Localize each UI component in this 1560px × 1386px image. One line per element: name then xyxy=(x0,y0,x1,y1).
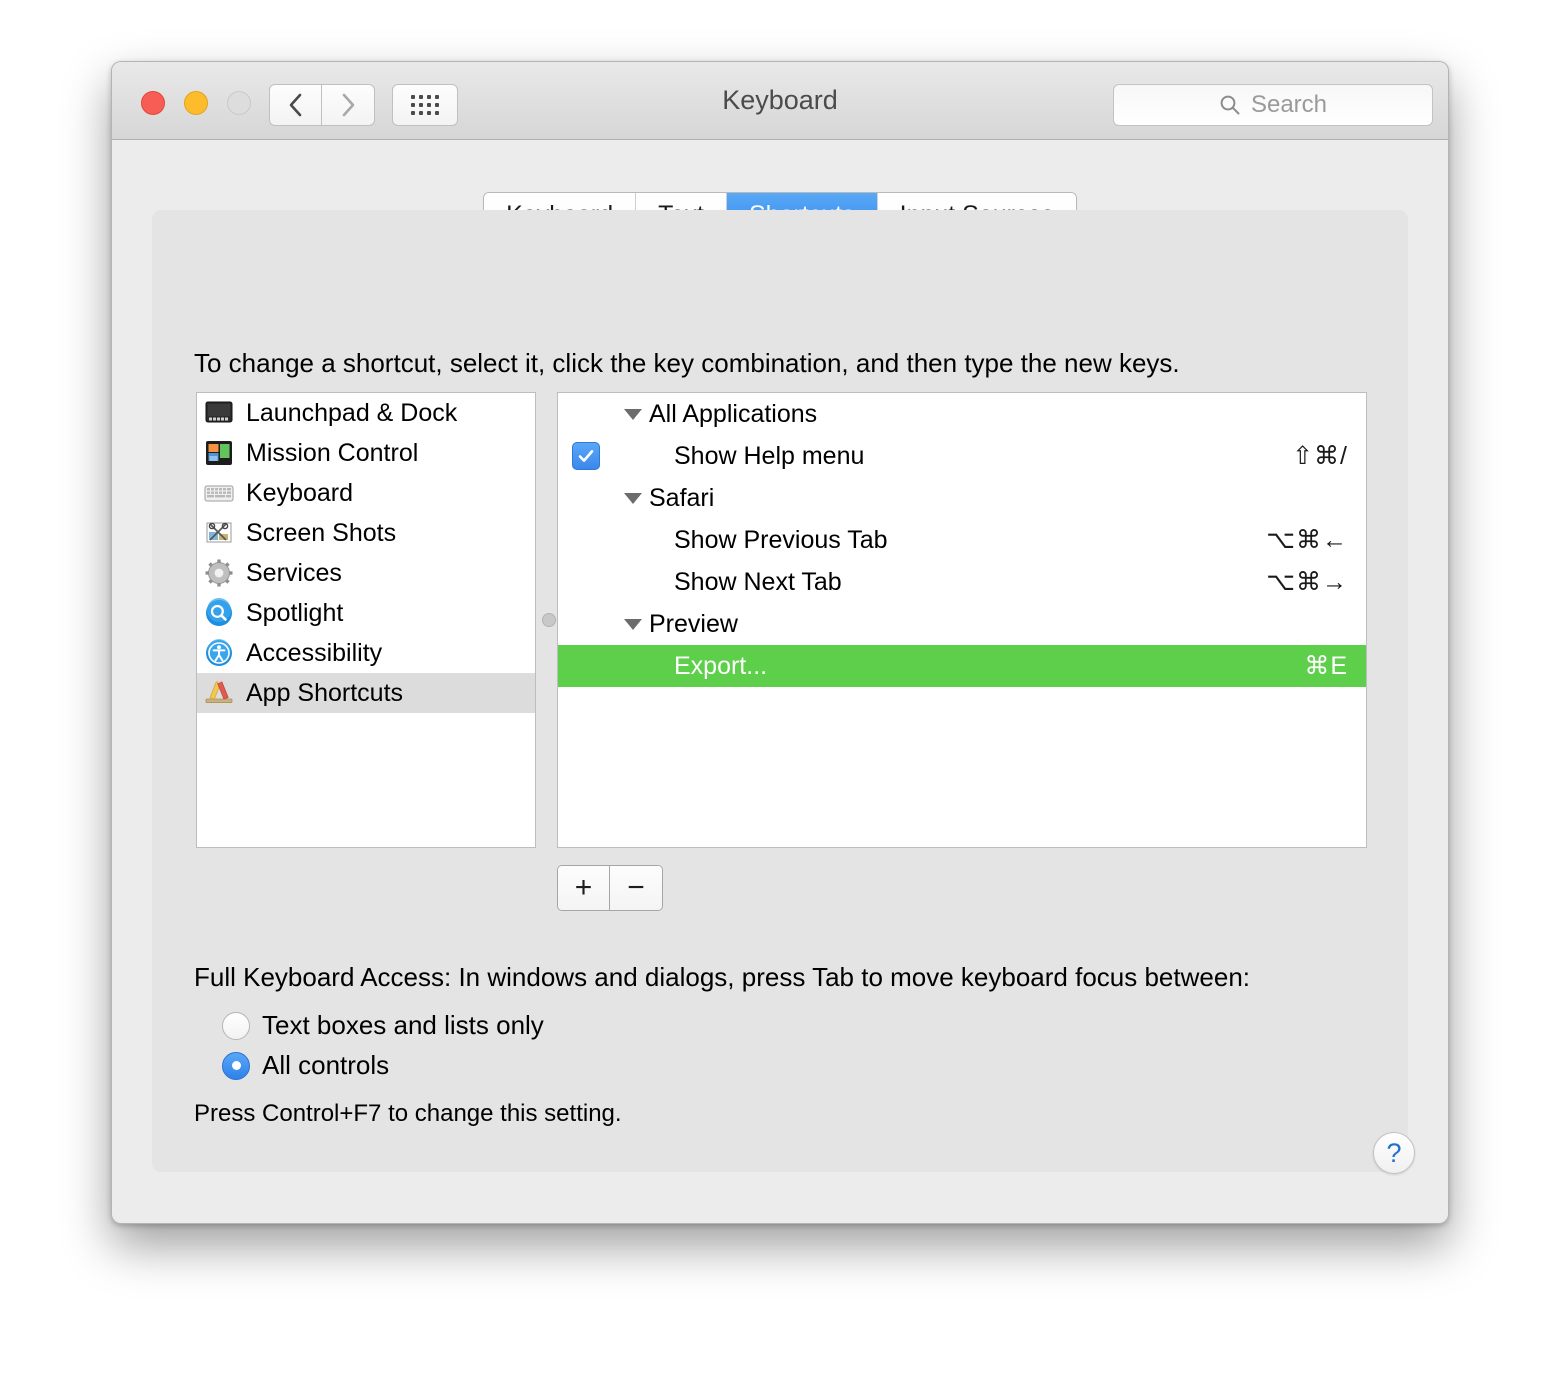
full-keyboard-access-title: Full Keyboard Access: In windows and dia… xyxy=(194,962,1250,992)
tree-row-label: Show Previous Tab xyxy=(674,525,888,554)
tree-row-shortcut-key[interactable]: ⌥⌘← xyxy=(1266,525,1348,555)
sidebar-item-keyboard[interactable]: Keyboard xyxy=(197,473,535,513)
search-icon xyxy=(1220,95,1240,115)
sidebar-item-label: Accessibility xyxy=(246,638,383,667)
tree-group-label: Safari xyxy=(649,483,715,512)
shortcuts-panel: To change a shortcut, select it, click t… xyxy=(152,210,1408,1172)
spotlight-icon xyxy=(204,598,234,628)
tree-group-label: All Applications xyxy=(649,399,818,428)
chevron-down-icon[interactable] xyxy=(624,618,642,630)
sidebar-item-screen-shots[interactable]: Screen Shots xyxy=(197,513,535,553)
app-shortcuts-icon xyxy=(204,678,234,708)
tree-group-all-applications[interactable]: All Applications xyxy=(558,393,1366,435)
services-gear-icon xyxy=(204,558,234,588)
search-field[interactable]: Search xyxy=(1113,84,1433,126)
search-placeholder: Search xyxy=(1250,91,1328,118)
list-splitter[interactable] xyxy=(542,392,556,848)
sidebar-item-label: Mission Control xyxy=(246,438,419,467)
tree-group-safari[interactable]: Safari xyxy=(558,477,1366,519)
launchpad-dock-icon xyxy=(204,398,234,428)
screenshots-icon xyxy=(204,518,234,548)
sidebar-item-label: App Shortcuts xyxy=(246,678,404,707)
sidebar-item-label: Screen Shots xyxy=(246,518,397,547)
splitter-handle-icon xyxy=(542,613,556,627)
sidebar-item-mission-control[interactable]: Mission Control xyxy=(197,433,535,473)
chevron-down-icon[interactable] xyxy=(624,408,642,420)
tree-row-show-previous-tab[interactable]: Show Previous Tab ⌥⌘← xyxy=(558,519,1366,561)
radio-button-selected-icon[interactable] xyxy=(222,1051,250,1080)
radio-text-boxes-and-lists-only[interactable]: Text boxes and lists only xyxy=(222,1010,544,1041)
radio-all-controls[interactable]: All controls xyxy=(222,1050,389,1081)
sidebar-item-services[interactable]: Services xyxy=(197,553,535,593)
shortcuts-list[interactable]: All Applications Show Help menu ⇧⌘/ Safa… xyxy=(557,392,1367,848)
tree-group-label: Preview xyxy=(649,609,738,638)
sidebar-item-launchpad-dock[interactable]: Launchpad & Dock xyxy=(197,393,535,433)
remove-shortcut-button[interactable]: − xyxy=(610,866,662,910)
help-button[interactable]: ? xyxy=(1373,1132,1415,1174)
add-shortcut-button[interactable]: + xyxy=(558,866,610,910)
sidebar-item-spotlight[interactable]: Spotlight xyxy=(197,593,535,633)
sidebar-item-app-shortcuts[interactable]: App Shortcuts xyxy=(197,673,535,713)
tree-row-export[interactable]: Export... ⌘E xyxy=(558,645,1366,687)
tree-row-label: Show Help menu xyxy=(674,441,865,470)
instruction-text: To change a shortcut, select it, click t… xyxy=(194,348,1180,378)
tree-row-show-next-tab[interactable]: Show Next Tab ⌥⌘→ xyxy=(558,561,1366,603)
tree-row-shortcut-key[interactable]: ⌥⌘→ xyxy=(1266,567,1348,597)
list-edit-buttons: + − xyxy=(557,865,663,911)
chevron-down-icon[interactable] xyxy=(624,492,642,504)
tree-row-show-help-menu[interactable]: Show Help menu ⇧⌘/ xyxy=(558,435,1366,477)
tree-row-label: Export... xyxy=(674,651,768,680)
sidebar-item-label: Launchpad & Dock xyxy=(246,398,458,427)
radio-button-icon[interactable] xyxy=(222,1011,250,1040)
radio-label: All controls xyxy=(262,1050,390,1080)
sidebar-item-label: Spotlight xyxy=(246,598,344,627)
full-keyboard-access-note: Press Control+F7 to change this setting. xyxy=(194,1100,622,1127)
sidebar-item-label: Services xyxy=(246,558,342,587)
sidebar-item-label: Keyboard xyxy=(246,478,354,507)
shortcut-categories-list[interactable]: Launchpad & Dock Mission Control Keyboar… xyxy=(196,392,536,848)
mission-control-icon xyxy=(204,438,234,468)
sidebar-item-accessibility[interactable]: Accessibility xyxy=(197,633,535,673)
radio-label: Text boxes and lists only xyxy=(262,1010,544,1040)
tree-row-shortcut-key[interactable]: ⌘E xyxy=(1304,651,1348,681)
tree-row-shortcut-key[interactable]: ⇧⌘/ xyxy=(1292,441,1348,471)
shortcut-enabled-checkbox[interactable] xyxy=(572,442,600,470)
window-titlebar: Keyboard Search xyxy=(112,62,1448,140)
checkmark-icon xyxy=(578,450,594,462)
tree-row-label: Show Next Tab xyxy=(674,567,842,596)
keyboard-preferences-window: Keyboard Search Keyboard Text Shortcuts … xyxy=(111,61,1449,1224)
tree-group-preview[interactable]: Preview xyxy=(558,603,1366,645)
keyboard-icon xyxy=(204,478,234,508)
accessibility-icon xyxy=(204,638,234,668)
